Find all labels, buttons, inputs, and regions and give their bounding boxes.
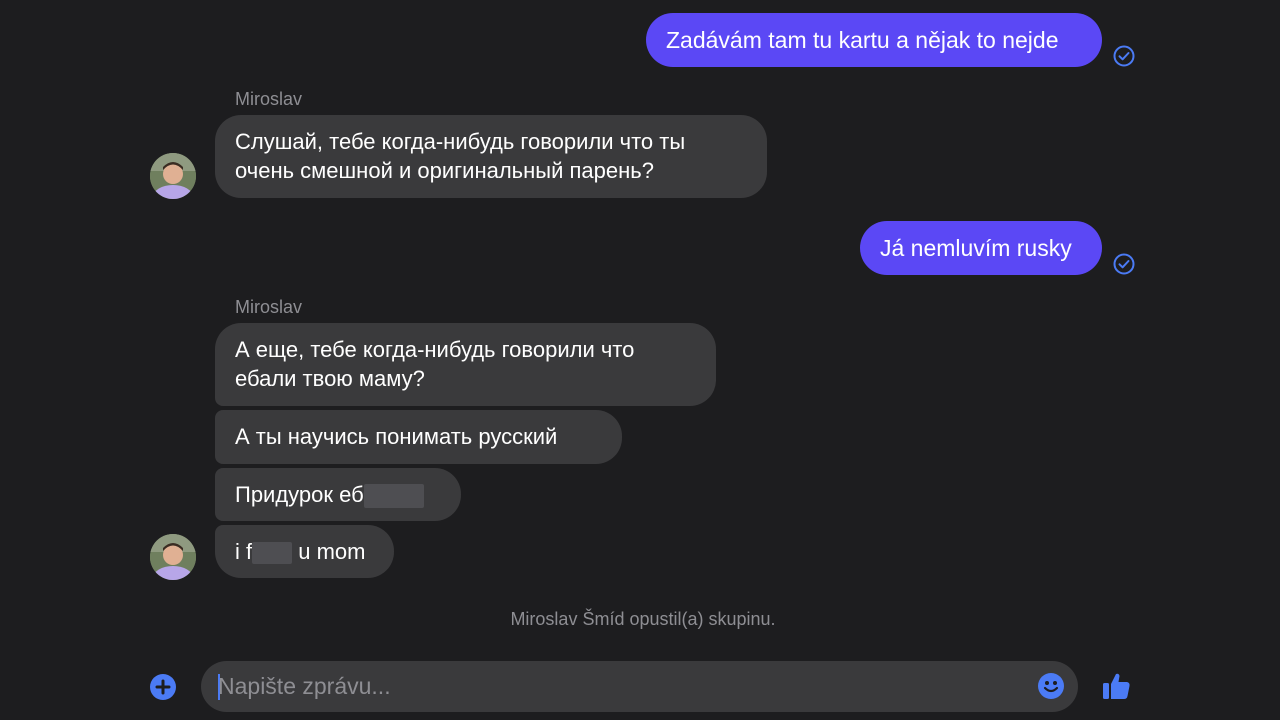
thumbs-up-icon[interactable] [1101,671,1131,701]
message-composer[interactable] [201,661,1078,712]
check-circle-icon [1113,253,1135,275]
plus-circle-icon[interactable] [149,673,177,701]
message-input[interactable] [218,662,1018,710]
avatar-image [150,534,196,580]
incoming-message[interactable]: i f u mom [215,525,394,578]
avatar-image [150,153,196,199]
avatar[interactable] [150,153,196,199]
avatar[interactable] [150,534,196,580]
message-line: ебали твою маму? [235,366,425,391]
sender-name: Miroslav [235,297,303,317]
message-text: i f [235,539,253,564]
outgoing-message[interactable]: Zadávám tam tu kartu a nějak to nejde [646,13,1102,67]
incoming-message[interactable]: Придурок еб [215,468,461,521]
system-message: Miroslav Šmíd opustil(a) skupinu. [510,609,776,629]
redaction-block [363,484,424,509]
message-text: u mom [292,539,366,564]
message-line: Слушай, тебе когда-нибудь говорили что т… [235,129,686,154]
smiley-icon[interactable] [1037,672,1065,700]
message-text: А ты научись понимать русский [235,424,558,449]
incoming-message[interactable]: А еще, тебе когда-нибудь говорили что еб… [215,323,716,406]
check-circle-icon [1113,45,1135,67]
message-text: Придурок еб [235,482,364,507]
message-text: Já nemluvím rusky [880,235,1072,261]
message-line: очень смешной и оригинальный парень? [235,158,654,183]
redaction-block [252,542,293,565]
outgoing-message[interactable]: Já nemluvím rusky [860,221,1102,275]
sender-name: Miroslav [235,89,303,109]
message-line: А еще, тебе когда-нибудь говорили что [235,337,635,362]
incoming-message[interactable]: А ты научись понимать русский [215,410,622,464]
incoming-message[interactable]: Слушай, тебе когда-нибудь говорили что т… [215,115,767,198]
message-text: Zadávám tam tu kartu a nějak to nejde [666,27,1059,53]
